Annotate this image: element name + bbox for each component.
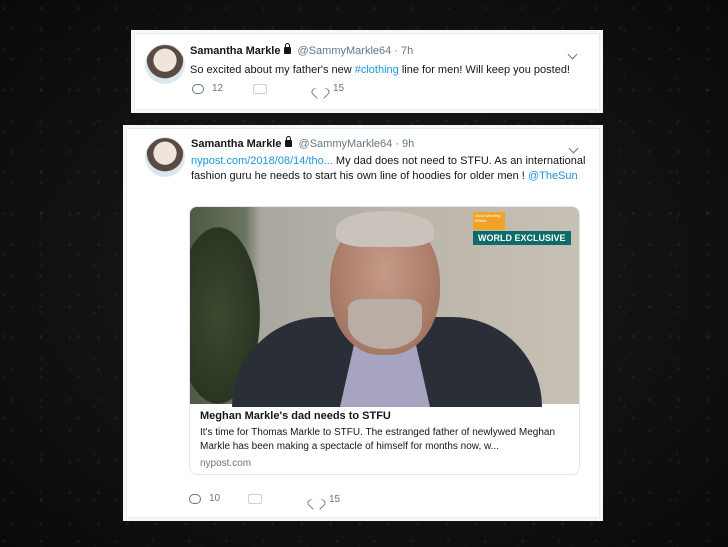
chevron-down-icon[interactable] xyxy=(568,143,579,154)
lock-icon xyxy=(285,136,293,147)
reply-count: 10 xyxy=(209,493,221,504)
card-description: It's time for Thomas Markle to STFU. The… xyxy=(200,427,556,452)
hashtag-link[interactable]: #clothing xyxy=(355,64,399,76)
tweet-text-part: So excited about my father's new xyxy=(190,64,355,76)
reply-action[interactable]: 10 xyxy=(189,493,220,504)
like-count: 15 xyxy=(333,83,345,94)
world-exclusive-badge: WORLD EXCLUSIVE xyxy=(473,231,571,245)
hair xyxy=(336,211,434,247)
like-action[interactable]: 15 xyxy=(315,83,344,94)
timestamp[interactable]: 7h xyxy=(401,45,413,57)
beard xyxy=(348,299,422,349)
avatar[interactable] xyxy=(145,137,185,177)
separator: · xyxy=(394,45,398,57)
tweet-text: So excited about my father's new #clothi… xyxy=(190,63,590,78)
url-link[interactable]: nypost.com/2018/08/14/tho... xyxy=(191,155,333,167)
reply-action[interactable]: 12 xyxy=(192,83,223,94)
timestamp[interactable]: 9h xyxy=(402,138,414,150)
separator: · xyxy=(395,138,399,150)
like-count: 15 xyxy=(329,494,341,505)
retweet-icon xyxy=(248,494,262,504)
tweet-header: Samantha Markle @SammyMarkle64 · 9h xyxy=(191,136,414,150)
tweet-header: Samantha Markle @SammyMarkle64 · 7h xyxy=(190,43,413,57)
tweet-card-1[interactable]: Samantha Markle @SammyMarkle64 · 7h So e… xyxy=(134,33,600,110)
avatar[interactable] xyxy=(145,44,185,84)
tweet-text-part: line for men! Will keep you posted! xyxy=(398,64,570,76)
reply-count: 12 xyxy=(212,83,224,94)
lock-icon xyxy=(284,43,292,54)
retweet-icon xyxy=(253,84,267,94)
user-handle[interactable]: @SammyMarkle64 xyxy=(298,45,392,57)
card-source: nypost.com xyxy=(200,458,252,469)
display-name[interactable]: Samantha Markle xyxy=(191,138,281,150)
heart-icon xyxy=(311,495,321,505)
card-image: Good Morning Britain WORLD EXCLUSIVE xyxy=(190,207,579,407)
mention-link[interactable]: @TheSun xyxy=(528,170,578,182)
retweet-action[interactable] xyxy=(253,84,267,94)
reply-icon xyxy=(192,83,204,94)
user-handle[interactable]: @SammyMarkle64 xyxy=(299,138,393,150)
reply-icon xyxy=(189,493,201,504)
link-card[interactable]: Good Morning Britain WORLD EXCLUSIVE Meg… xyxy=(189,206,580,475)
heart-icon xyxy=(315,84,325,94)
tweet-text: nypost.com/2018/08/14/tho... My dad does… xyxy=(191,154,591,184)
display-name[interactable]: Samantha Markle xyxy=(190,45,280,57)
tweet-card-2[interactable]: Samantha Markle @SammyMarkle64 · 9h nypo… xyxy=(126,128,600,518)
card-title: Meghan Markle's dad needs to STFU xyxy=(200,410,391,422)
like-action[interactable]: 15 xyxy=(311,494,340,505)
retweet-action[interactable] xyxy=(248,494,262,504)
chevron-down-icon[interactable] xyxy=(567,49,578,60)
tv-logo: Good Morning Britain xyxy=(473,212,505,230)
